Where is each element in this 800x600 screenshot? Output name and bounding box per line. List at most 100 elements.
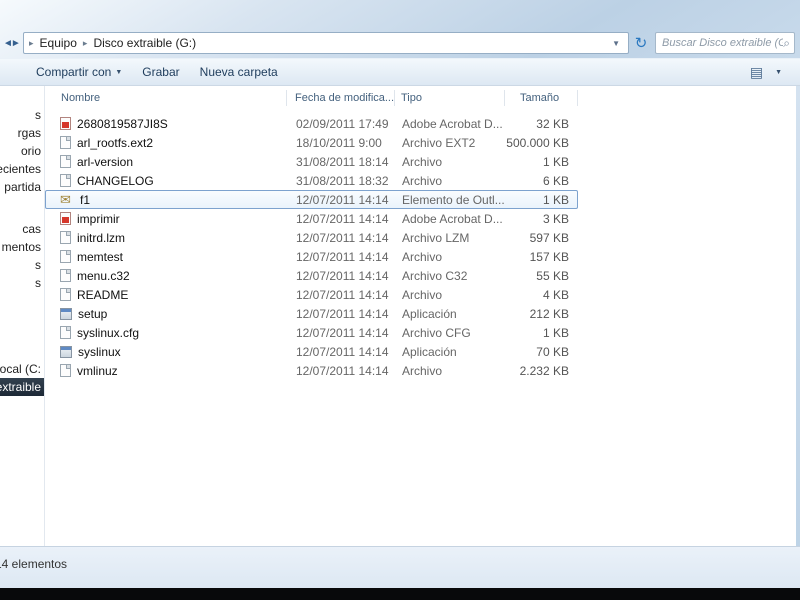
breadcrumb-item-drive[interactable]: Disco extraible (G:) <box>88 36 201 50</box>
new-folder-button[interactable]: Nueva carpeta <box>190 62 288 82</box>
file-row[interactable]: 2680819587JI8S02/09/2011 17:49Adobe Acro… <box>45 114 578 133</box>
file-type: Archivo LZM <box>396 231 506 245</box>
file-name: arl-version <box>77 155 133 169</box>
sidebar-group: local (C:extraible <box>0 360 44 396</box>
column-headers: Nombre Fecha de modifica... Tipo Tamaño <box>45 88 800 108</box>
column-header-name[interactable]: Nombre <box>45 90 287 106</box>
file-row[interactable]: arl-version31/08/2011 18:14Archivo1 KB <box>45 152 578 171</box>
file-name: initrd.lzm <box>77 231 125 245</box>
file-date: 02/09/2011 17:49 <box>288 117 396 131</box>
sidebar-item[interactable]: s <box>0 106 44 124</box>
sidebar-item[interactable]: s <box>0 274 44 292</box>
new-folder-label: Nueva carpeta <box>200 65 278 79</box>
file-name: imprimir <box>77 212 120 226</box>
search-placeholder: Buscar Disco extraible (G:) <box>662 37 783 49</box>
file-list-pane: Nombre Fecha de modifica... Tipo Tamaño … <box>45 86 800 546</box>
file-name-cell: memtest <box>46 250 288 264</box>
file-icon <box>60 269 71 282</box>
sidebar-item[interactable]: cas <box>0 220 44 238</box>
search-input[interactable]: Buscar Disco extraible (G:) ⌕ <box>655 32 795 54</box>
file-name-cell: syslinux <box>46 345 288 359</box>
file-type: Aplicación <box>396 345 506 359</box>
file-icon <box>60 288 71 301</box>
file-row[interactable]: initrd.lzm 12/07/2011 14:14Archivo LZM597… <box>45 228 578 247</box>
file-size: 212 KB <box>506 307 579 321</box>
sidebar-item[interactable]: mentos <box>0 238 44 256</box>
item-count: 14 elementos <box>0 557 67 571</box>
share-with-button[interactable]: Compartir con▼ <box>26 62 132 82</box>
file-date: 12/07/2011 14:14 <box>288 345 396 359</box>
file-row[interactable]: syslinux.cfg12/07/2011 14:14Archivo CFG1… <box>45 323 578 342</box>
file-name-cell: imprimir <box>46 212 288 226</box>
window-chrome: ◄► ▸ Equipo ▸ Disco extraible (G:) ▼ ↻ B… <box>0 0 800 58</box>
file-date: 12/07/2011 14:14 <box>288 231 396 245</box>
file-name-cell: f1 <box>46 193 288 207</box>
file-name: syslinux.cfg <box>77 326 139 340</box>
search-icon: ⌕ <box>783 36 790 51</box>
file-icon <box>60 174 71 187</box>
file-row[interactable]: vmlinuz12/07/2011 14:14Archivo2.232 KB <box>45 361 578 380</box>
file-row[interactable]: syslinux12/07/2011 14:14Aplicación70 KB <box>45 342 578 361</box>
file-row[interactable]: setup12/07/2011 14:14Aplicación212 KB <box>45 304 578 323</box>
column-header-type[interactable]: Tipo <box>395 90 505 106</box>
column-header-size[interactable]: Tamaño <box>505 90 578 106</box>
file-date: 18/10/2011 9:00 <box>288 136 396 150</box>
views-icon[interactable]: ▤ <box>750 65 763 79</box>
sidebar-item[interactable]: rgas <box>0 124 44 142</box>
sidebar-item[interactable]: recientes <box>0 160 44 178</box>
file-row[interactable]: memtest12/07/2011 14:14Archivo157 KB <box>45 247 578 266</box>
window-frame-right <box>796 86 800 588</box>
file-date: 12/07/2011 14:14 <box>288 364 396 378</box>
share-with-label: Compartir con <box>36 65 111 79</box>
back-icon[interactable]: ◄ <box>3 38 11 49</box>
file-row[interactable]: imprimir12/07/2011 14:14Adobe Acrobat D.… <box>45 209 578 228</box>
forward-icon[interactable]: ► <box>11 38 19 49</box>
file-icon <box>60 250 71 263</box>
nav-buttons[interactable]: ◄► <box>3 38 23 49</box>
file-row[interactable]: README12/07/2011 14:14Archivo4 KB <box>45 285 578 304</box>
file-name-cell: initrd.lzm <box>46 231 288 245</box>
file-row[interactable]: CHANGELOG31/08/2011 18:32Archivo6 KB <box>45 171 578 190</box>
file-row-selected[interactable]: f112/07/2011 14:14Elemento de Outl...1 K… <box>45 190 578 209</box>
file-name: vmlinuz <box>77 364 118 378</box>
file-date: 12/07/2011 14:14 <box>288 250 396 264</box>
file-name: arl_rootfs.ext2 <box>77 136 153 150</box>
main-content: srgasoriorecientespartidacasmentosssloca… <box>0 86 800 546</box>
file-row[interactable]: menu.c3212/07/2011 14:14Archivo C3255 KB <box>45 266 578 285</box>
views-dropdown-icon[interactable]: ▼ <box>765 66 792 79</box>
file-name: setup <box>78 307 107 321</box>
file-name: f1 <box>80 193 90 207</box>
app-icon <box>60 346 72 358</box>
file-type: Archivo CFG <box>396 326 506 340</box>
breadcrumb-dropdown-icon[interactable]: ▼ <box>608 39 624 48</box>
column-header-date[interactable]: Fecha de modifica... <box>287 90 395 106</box>
file-type: Archivo <box>396 250 506 264</box>
sidebar-item[interactable]: partida <box>0 178 44 196</box>
mail-icon <box>60 193 74 206</box>
file-size: 1 KB <box>506 193 579 207</box>
file-size: 597 KB <box>506 231 579 245</box>
file-row[interactable]: arl_rootfs.ext218/10/2011 9:00Archivo EX… <box>45 133 578 152</box>
file-date: 12/07/2011 14:14 <box>288 307 396 321</box>
breadcrumb[interactable]: ▸ Equipo ▸ Disco extraible (G:) ▼ <box>23 32 629 54</box>
file-date: 31/08/2011 18:32 <box>288 174 396 188</box>
file-size: 1 KB <box>506 326 579 340</box>
file-size: 500.000 KB <box>506 136 579 150</box>
burn-label: Grabar <box>142 65 179 79</box>
file-date: 12/07/2011 14:14 <box>288 269 396 283</box>
address-row: ◄► ▸ Equipo ▸ Disco extraible (G:) ▼ ↻ B… <box>0 28 800 58</box>
file-size: 157 KB <box>506 250 579 264</box>
sidebar-item-selected[interactable]: extraible <box>0 378 44 396</box>
sidebar-item[interactable]: s <box>0 256 44 274</box>
burn-button[interactable]: Grabar <box>132 62 189 82</box>
sidebar-item[interactable]: local (C: <box>0 360 44 378</box>
file-name-cell: arl-version <box>46 155 288 169</box>
file-name-cell: arl_rootfs.ext2 <box>46 136 288 150</box>
sidebar-item[interactable]: orio <box>0 142 44 160</box>
file-size: 1 KB <box>506 155 579 169</box>
file-date: 12/07/2011 14:14 <box>288 212 396 226</box>
file-size: 6 KB <box>506 174 579 188</box>
refresh-button[interactable]: ↻ <box>629 32 653 54</box>
breadcrumb-item-equipo[interactable]: Equipo <box>35 36 82 50</box>
file-name: syslinux <box>78 345 121 359</box>
